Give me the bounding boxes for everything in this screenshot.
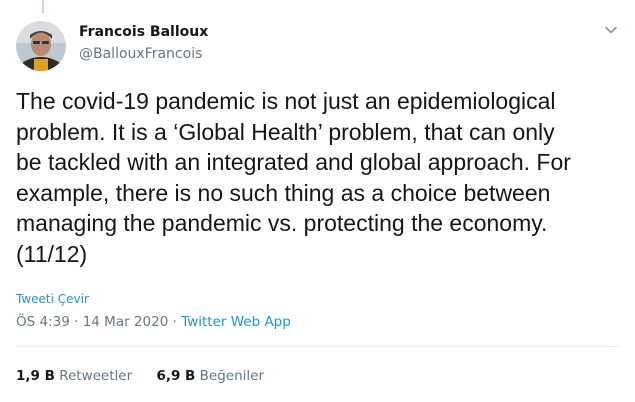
tweet-time[interactable]: ÖS 4:39 xyxy=(16,314,70,330)
thread-connector-line xyxy=(42,0,44,13)
likes-stat[interactable]: 6,9 B Beğeniler xyxy=(156,366,264,386)
profile-photo xyxy=(16,21,66,71)
divider xyxy=(16,346,619,347)
likes-label: Beğeniler xyxy=(199,368,264,384)
tweet-text: The covid-19 pandemic is not just an epi… xyxy=(16,88,571,267)
author-handle[interactable]: @BallouxFrancois xyxy=(79,44,208,64)
chevron-down-icon[interactable] xyxy=(603,22,619,38)
retweets-count: 1,9 B xyxy=(16,368,55,384)
author-name[interactable]: Francois Balloux xyxy=(79,23,208,41)
avatar[interactable] xyxy=(16,21,66,71)
engagement-stats: 1,9 B Retweetler 6,9 B Beğeniler xyxy=(16,366,284,386)
author-block[interactable]: Francois Balloux @BallouxFrancois xyxy=(79,23,208,64)
meta-separator: · xyxy=(172,314,177,330)
meta-separator: · xyxy=(74,314,79,330)
tweet-metadata: ÖS 4:39 · 14 Mar 2020 · Twitter Web App xyxy=(16,312,291,332)
translate-tweet-link[interactable]: Tweeti Çevir xyxy=(16,292,89,306)
likes-count: 6,9 B xyxy=(156,368,196,384)
retweets-stat[interactable]: 1,9 B Retweetler xyxy=(16,366,132,386)
retweets-label: Retweetler xyxy=(59,368,133,384)
tweet-date[interactable]: 14 Mar 2020 xyxy=(83,314,169,330)
tweet-source-link[interactable]: Twitter Web App xyxy=(181,314,291,330)
tweet-card: Francois Balloux @BallouxFrancois The co… xyxy=(0,0,635,402)
